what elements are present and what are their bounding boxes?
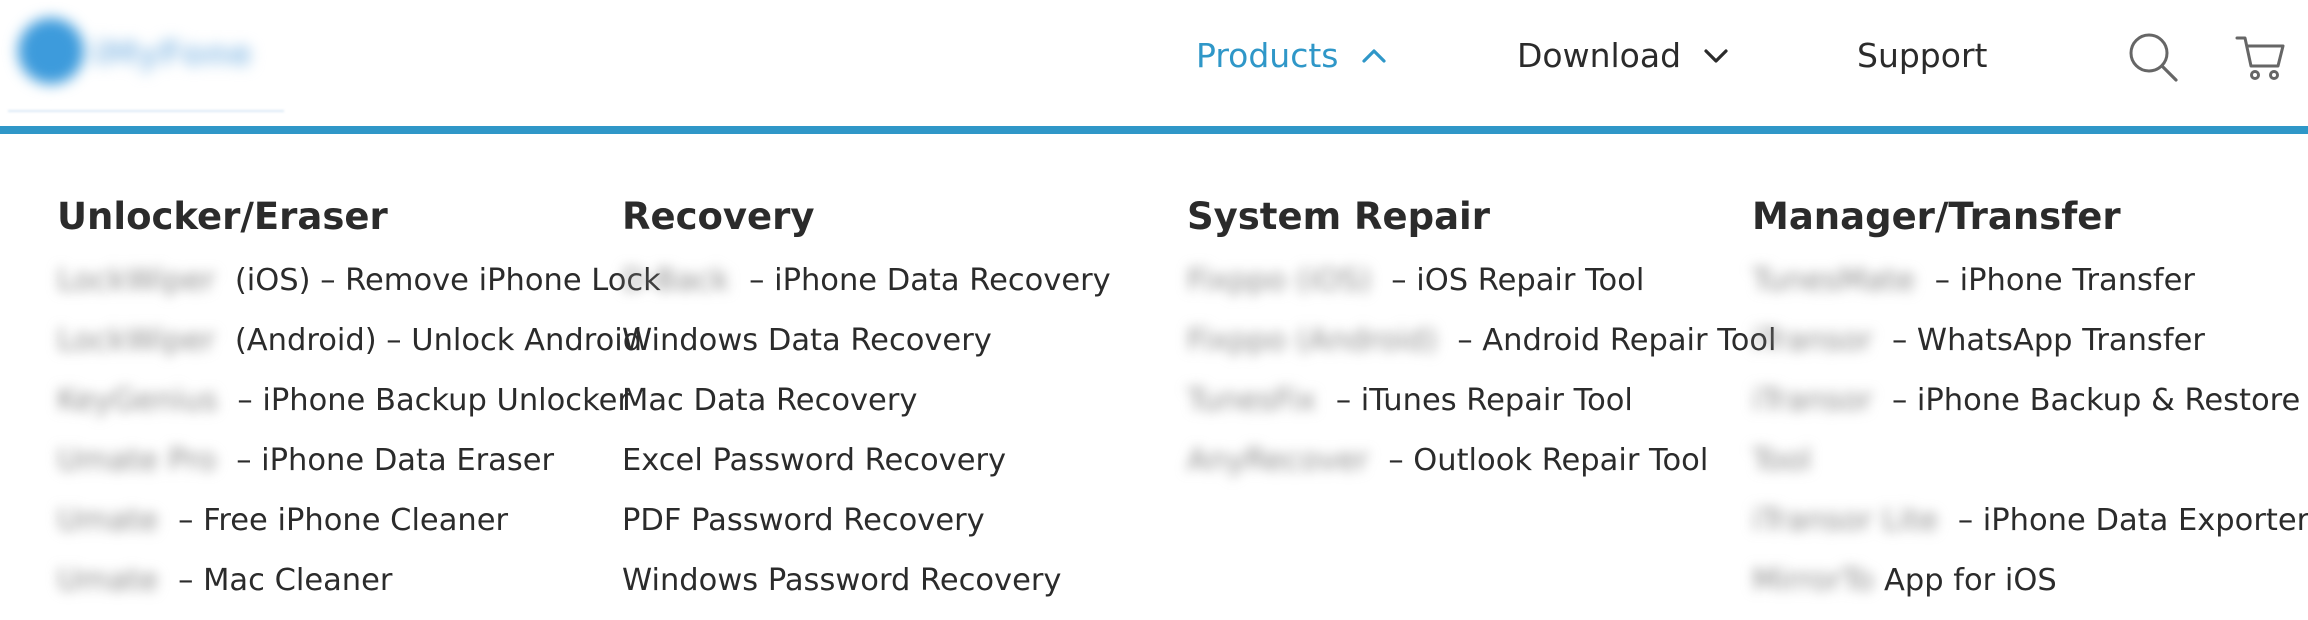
menu-item-label: – iPhone Backup Unlocker	[227, 383, 630, 418]
menu-item[interactable]: Fixppo (Android) – Android Repair Tool	[1187, 311, 1777, 371]
products-mega-menu: Unlocker/Eraser LockWiper (iOS) – Remove…	[0, 134, 2308, 620]
blurred-brand: TunesMate	[1752, 263, 1916, 298]
menu-item-label: – Android Repair Tool	[1447, 323, 1777, 358]
nav-products[interactable]: Products	[1196, 36, 1387, 75]
menu-item[interactable]: Umate Pro – iPhone Data Eraser	[57, 431, 661, 491]
menu-item-label: Windows Data Recovery	[622, 323, 992, 358]
menu-item[interactable]: Umate – Free iPhone Cleaner	[57, 491, 661, 551]
menu-item[interactable]: Mac Data Recovery	[622, 371, 1111, 431]
menu-item-label: Mac Data Recovery	[622, 383, 918, 418]
chevron-up-icon	[1361, 48, 1386, 63]
column-title: Unlocker/Eraser	[57, 195, 388, 238]
site-header: iMyFone Products Download Support	[0, 0, 2308, 128]
menu-item-label: – iTunes Repair Tool	[1326, 383, 1633, 418]
blurred-brand: LockWiper	[57, 263, 216, 298]
logo-underline	[8, 110, 284, 112]
menu-item[interactable]: PDF Password Recovery	[622, 491, 1111, 551]
menu-item-label: – iPhone Data Exporter	[1948, 503, 2308, 538]
blurred-brand: Tool	[1752, 443, 1812, 478]
blurred-brand: iTransor Lite	[1752, 503, 1939, 538]
menu-item[interactable]: iTransor – WhatsApp Transfer	[1752, 311, 2308, 371]
menu-item-label: – Outlook Repair Tool	[1378, 443, 1709, 478]
blurred-brand: D-Back	[622, 263, 730, 298]
search-icon[interactable]	[2126, 30, 2180, 84]
column-title: Recovery	[622, 195, 815, 238]
menu-item-continuation[interactable]: Tool	[1752, 431, 2308, 491]
menu-item-label: App for iOS	[1883, 563, 2057, 598]
menu-item-label: – iPhone Data Recovery	[739, 263, 1111, 298]
menu-item-label: (iOS) – Remove iPhone Lock	[225, 263, 661, 298]
menu-item[interactable]: Windows Password Recovery	[622, 551, 1111, 611]
blurred-brand: KeyGenius	[57, 383, 218, 418]
nav-support-label: Support	[1857, 36, 1988, 75]
menu-item-label: – iOS Repair Tool	[1381, 263, 1645, 298]
nav-download-label: Download	[1517, 36, 1682, 75]
menu-item[interactable]: iTransor – iPhone Backup & Restore	[1752, 371, 2308, 431]
menu-item[interactable]: LockWiper (Android) – Unlock Android	[57, 311, 661, 371]
blurred-brand: LockWiper	[57, 323, 216, 358]
column-title: Manager/Transfer	[1752, 195, 2121, 238]
menu-item-label: (Android) – Unlock Android	[225, 323, 643, 358]
menu-item-label: – WhatsApp Transfer	[1882, 323, 2205, 358]
chevron-down-icon	[1704, 48, 1728, 63]
menu-item-label: – Free iPhone Cleaner	[168, 503, 509, 538]
header-accent-bar	[0, 126, 2308, 134]
menu-item[interactable]: KeyGenius – iPhone Backup Unlocker	[57, 371, 661, 431]
blurred-brand: Umate Pro	[57, 443, 217, 478]
menu-item[interactable]: TunesMate – iPhone Transfer	[1752, 251, 2308, 311]
menu-item[interactable]: iTransor Lite – iPhone Data Exporter	[1752, 491, 2308, 551]
menu-item-label: – iPhone Data Eraser	[226, 443, 555, 478]
blurred-brand: MirrorTo	[1752, 563, 1874, 598]
menu-item-label: Excel Password Recovery	[622, 443, 1007, 478]
menu-item-label: Windows Password Recovery	[622, 563, 1062, 598]
menu-item[interactable]: AnyRecover – Outlook Repair Tool	[1187, 431, 1777, 491]
blurred-brand: Umate	[57, 563, 159, 598]
brand-logo[interactable]: iMyFone	[10, 10, 280, 108]
menu-item[interactable]: Umate – Mac Cleaner	[57, 551, 661, 611]
blurred-brand: TunesFix	[1187, 383, 1317, 418]
blurred-brand: Umate	[57, 503, 159, 538]
blurred-brand: iTransor	[1752, 323, 1873, 358]
menu-item[interactable]: LockWiper (iOS) – Remove iPhone Lock	[57, 251, 661, 311]
menu-column-recovery: Recovery D-Back – iPhone Data Recovery W…	[622, 194, 1111, 611]
nav-support[interactable]: Support	[1857, 36, 1987, 75]
blurred-brand: iTransor	[1752, 383, 1873, 418]
logo-text: iMyFone	[92, 34, 253, 74]
menu-item[interactable]: TunesFix – iTunes Repair Tool	[1187, 371, 1777, 431]
cart-icon[interactable]	[2234, 30, 2288, 84]
menu-item[interactable]: D-Back – iPhone Data Recovery	[622, 251, 1111, 311]
blurred-brand: Fixppo (Android)	[1187, 323, 1438, 358]
menu-item[interactable]: Fixppo (iOS) – iOS Repair Tool	[1187, 251, 1777, 311]
menu-item-label: – iPhone Backup & Restore	[1882, 383, 2301, 418]
menu-column-system-repair: System Repair Fixppo (iOS) – iOS Repair …	[1187, 194, 1777, 491]
menu-column-unlocker-eraser: Unlocker/Eraser LockWiper (iOS) – Remove…	[57, 194, 661, 611]
menu-item-label: – Mac Cleaner	[168, 563, 393, 598]
menu-item[interactable]: Windows Data Recovery	[622, 311, 1111, 371]
menu-column-manager-transfer: Manager/Transfer TunesMate – iPhone Tran…	[1752, 194, 2308, 611]
menu-item[interactable]: MirrorTo App for iOS	[1752, 551, 2308, 611]
blurred-brand: AnyRecover	[1187, 443, 1369, 478]
nav-products-label: Products	[1196, 36, 1339, 75]
menu-item-label: PDF Password Recovery	[622, 503, 985, 538]
logo-mark-icon	[18, 18, 84, 84]
blurred-brand: Fixppo (iOS)	[1187, 263, 1372, 298]
menu-item-label: – iPhone Transfer	[1925, 263, 2195, 298]
nav-download[interactable]: Download	[1517, 36, 1729, 75]
column-title: System Repair	[1187, 195, 1490, 238]
menu-item[interactable]: Excel Password Recovery	[622, 431, 1111, 491]
